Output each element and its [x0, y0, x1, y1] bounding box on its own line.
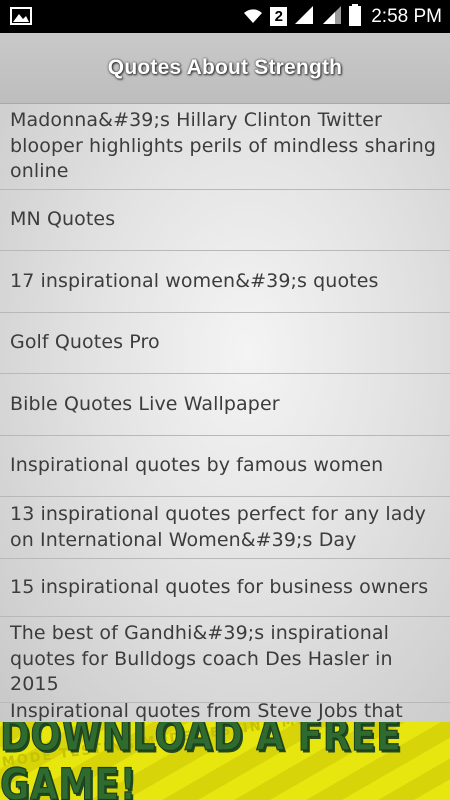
- list-item[interactable]: Madonna&#39;s Hillary Clinton Twitter bl…: [0, 104, 450, 190]
- status-time: 2:58 PM: [371, 5, 442, 27]
- list-item[interactable]: The best of Gandhi&#39;s inspirational q…: [0, 617, 450, 703]
- list-item[interactable]: Golf Quotes Pro: [0, 313, 450, 374]
- wifi-icon: [242, 5, 264, 29]
- signal-icon: [293, 5, 315, 29]
- ad-banner[interactable]: MODE TESTING MODE TESTING MODE TESTING M…: [0, 722, 450, 800]
- list-item-label: MN Quotes: [10, 208, 116, 231]
- list-item-label: Bible Quotes Live Wallpaper: [10, 392, 280, 415]
- status-bar: 2 2:58 PM: [0, 0, 450, 33]
- list-item-label: 13 inspirational quotes perfect for any …: [10, 503, 427, 551]
- list-item[interactable]: 13 inspirational quotes perfect for any …: [0, 497, 450, 559]
- list-item[interactable]: Inspirational quotes by famous women: [0, 436, 450, 497]
- list-item-label: The best of Gandhi&#39;s inspirational q…: [10, 622, 393, 696]
- list-item[interactable]: 15 inspirational quotes for business own…: [0, 559, 450, 617]
- list-item-label: 17 inspirational women&#39;s quotes: [10, 269, 379, 292]
- title-bar: Quotes About Strength: [0, 33, 450, 104]
- list-item-label: Golf Quotes Pro: [10, 331, 160, 354]
- battery-icon: [349, 3, 362, 30]
- signal-icon: [321, 5, 343, 29]
- image-icon: [10, 7, 32, 29]
- list-item[interactable]: Inspirational quotes from Steve Jobs tha…: [0, 700, 450, 722]
- list-item-label: Inspirational quotes by famous women: [10, 454, 384, 477]
- list-item[interactable]: MN Quotes: [0, 190, 450, 251]
- ad-text: DOWNLOAD A FREE GAME!: [0, 722, 402, 800]
- list-item-label: 15 inspirational quotes for business own…: [10, 575, 429, 598]
- sim-badge: 2: [270, 7, 288, 26]
- page-title: Quotes About Strength: [107, 56, 343, 79]
- list-item-label: Inspirational quotes from Steve Jobs tha…: [10, 700, 403, 722]
- list-item[interactable]: Bible Quotes Live Wallpaper: [0, 374, 450, 436]
- list-item-label: Madonna&#39;s Hillary Clinton Twitter bl…: [10, 109, 437, 183]
- list-item[interactable]: 17 inspirational women&#39;s quotes: [0, 251, 450, 313]
- quote-list[interactable]: Madonna&#39;s Hillary Clinton Twitter bl…: [0, 104, 450, 722]
